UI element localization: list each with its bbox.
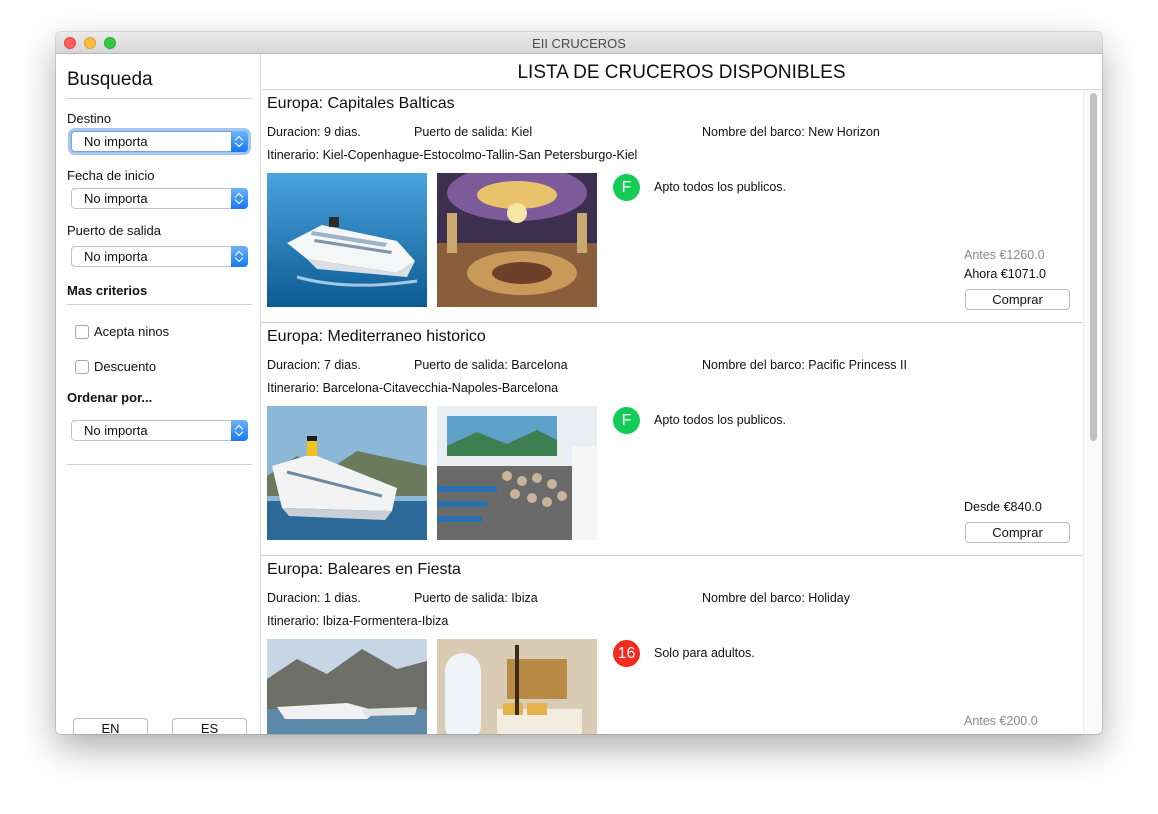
scrollbar-thumb[interactable] <box>1090 93 1097 441</box>
cruise-title: Europa: Capitales Balticas <box>267 95 455 112</box>
chevron-updown-icon <box>231 420 248 441</box>
buy-button[interactable]: Comprar <box>965 522 1070 543</box>
sidebar-title: Busqueda <box>67 69 153 90</box>
interior-photo <box>437 406 597 540</box>
list-heading: LISTA DE CRUCEROS DISPONIBLES <box>261 54 1102 90</box>
destino-select-value: No importa <box>84 134 148 149</box>
app-window: EII CRUCEROS Busqueda Destino No importa… <box>56 32 1102 734</box>
cruise-duration: Duracion: 7 dias. <box>267 358 361 372</box>
language-en-button[interactable]: EN <box>73 718 148 734</box>
fecha-select[interactable]: No importa <box>71 188 248 209</box>
cruise-ship: Nombre del barco: Pacific Princess II <box>702 358 907 372</box>
mas-criterios-heading: Mas criterios <box>67 283 148 298</box>
audience-text: Apto todos los publicos. <box>654 413 787 427</box>
ship-photo <box>267 406 427 540</box>
sidebar-divider <box>67 98 252 99</box>
puerto-select-value: No importa <box>84 249 148 264</box>
ordenar-label: Ordenar por... <box>67 390 153 405</box>
cruise-card: Europa: Capitales Balticas Duracion: 9 d… <box>261 90 1083 323</box>
cruise-card: Europa: Baleares en Fiesta Duracion: 1 d… <box>261 556 1083 734</box>
cruise-duration: Duracion: 1 dias. <box>267 591 361 605</box>
rating-badge: 16 <box>613 640 640 667</box>
descuento-label[interactable]: Descuento <box>94 359 156 374</box>
sidebar-divider <box>67 304 252 305</box>
acepta-ninos-checkbox[interactable] <box>75 325 89 339</box>
cruise-title: Europa: Baleares en Fiesta <box>267 561 461 578</box>
ship-photo <box>267 639 427 734</box>
cruise-list-panel: LISTA DE CRUCEROS DISPONIBLES Europa: Ca… <box>261 54 1102 734</box>
cruise-ship: Nombre del barco: Holiday <box>702 591 850 605</box>
cruise-card: Europa: Mediterraneo historico Duracion:… <box>261 323 1083 556</box>
chevron-updown-icon <box>231 246 248 267</box>
cruise-port: Puerto de salida: Barcelona <box>414 358 568 372</box>
interior-photo <box>437 173 597 307</box>
cruise-port: Puerto de salida: Kiel <box>414 125 533 139</box>
rating-badge: F <box>613 407 640 434</box>
destino-label: Destino <box>67 111 112 126</box>
audience-text: Solo para adultos. <box>654 646 755 660</box>
cruise-ship: Nombre del barco: New Horizon <box>702 125 880 139</box>
acepta-ninos-label[interactable]: Acepta ninos <box>94 324 169 339</box>
cruise-duration: Duracion: 9 dias. <box>267 125 361 139</box>
fecha-label: Fecha de inicio <box>67 168 155 183</box>
old-price: Antes €200.0 <box>964 714 1038 728</box>
vertical-scrollbar[interactable] <box>1083 90 1102 734</box>
chevron-updown-icon <box>231 188 248 209</box>
cruise-itinerary: Itinerario: Kiel-Copenhague-Estocolmo-Ta… <box>267 148 638 162</box>
descuento-checkbox[interactable] <box>75 360 89 374</box>
destino-select[interactable]: No importa <box>71 131 248 152</box>
cruise-itinerary: Itinerario: Barcelona-Citavecchia-Napole… <box>267 381 559 395</box>
cruise-itinerary: Itinerario: Ibiza-Formentera-Ibiza <box>267 614 449 628</box>
cruise-list[interactable]: Europa: Capitales Balticas Duracion: 9 d… <box>261 90 1083 734</box>
cruise-port: Puerto de salida: Ibiza <box>414 591 538 605</box>
interior-photo <box>437 639 597 734</box>
search-sidebar: Busqueda Destino No importa Fecha de ini… <box>56 54 261 734</box>
ordenar-select-value: No importa <box>84 423 148 438</box>
old-price: Antes €1260.0 <box>964 248 1045 262</box>
current-price: Ahora €1071.0 <box>964 267 1047 281</box>
current-price: Desde €840.0 <box>964 500 1042 514</box>
window-title: EII CRUCEROS <box>532 36 626 51</box>
rating-badge: F <box>613 174 640 201</box>
ship-photo <box>267 173 427 307</box>
cruise-title: Europa: Mediterraneo historico <box>267 328 486 345</box>
fecha-select-value: No importa <box>84 191 148 206</box>
sidebar-divider <box>67 464 252 465</box>
ordenar-select[interactable]: No importa <box>71 420 248 441</box>
audience-text: Apto todos los publicos. <box>654 180 787 194</box>
buy-button[interactable]: Comprar <box>965 289 1070 310</box>
language-es-button[interactable]: ES <box>172 718 247 734</box>
chevron-updown-icon <box>231 131 248 152</box>
title-bar: EII CRUCEROS <box>56 32 1102 54</box>
puerto-select[interactable]: No importa <box>71 246 248 267</box>
puerto-label: Puerto de salida <box>67 223 161 238</box>
